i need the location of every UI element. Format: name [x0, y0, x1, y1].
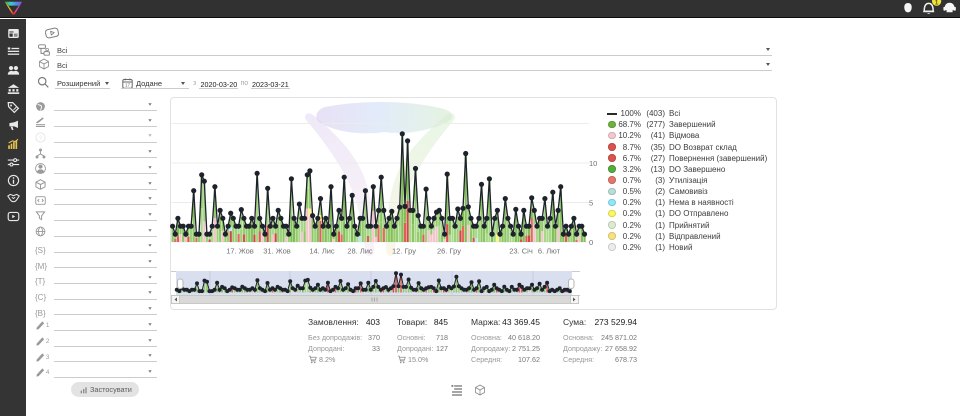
svg-text:?: ?: [39, 135, 43, 142]
svg-text:17: 17: [125, 83, 131, 88]
svg-text:1: 1: [935, 0, 939, 6]
